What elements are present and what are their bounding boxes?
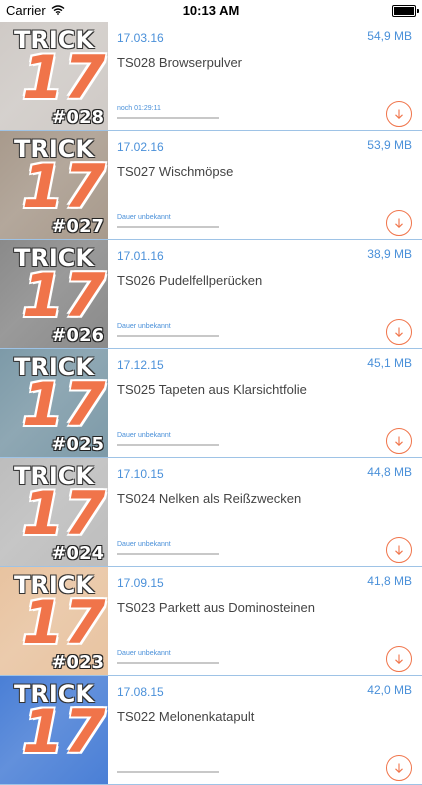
episode-title: TS027 Wischmöpse: [117, 164, 234, 179]
episode-size: 41,8 MB: [367, 574, 412, 588]
episode-title: TS022 Melonenkatapult: [117, 709, 255, 724]
episode-date: 17.03.16: [117, 31, 164, 45]
status-time: 10:13 AM: [182, 3, 240, 18]
logo-number: 17: [22, 261, 106, 331]
episode-number: #024: [51, 543, 104, 564]
download-arrow-icon: [395, 436, 403, 446]
episode-thumbnail: TRICK 17 #026: [0, 240, 108, 348]
logo-number: 17: [22, 588, 106, 658]
download-button[interactable]: [386, 101, 412, 127]
episode-duration: Dauer unbekannt: [117, 323, 171, 330]
episode-list: TRICK 17 #028 17.03.16 54,9 MB TS028 Bro…: [0, 22, 422, 785]
episode-duration: Dauer unbekannt: [117, 541, 171, 548]
episode-thumbnail: TRICK 17 #024: [0, 458, 108, 566]
download-arrow-icon: [395, 327, 403, 337]
episode-number: #025: [51, 434, 104, 455]
episode-size: 53,9 MB: [367, 138, 412, 152]
battery-icon: [392, 5, 419, 17]
episode-title: TS023 Parkett aus Dominosteinen: [117, 600, 315, 615]
episode-title: TS026 Pudelfellperücken: [117, 273, 263, 288]
episode-size: 44,8 MB: [367, 465, 412, 479]
episode-duration: Dauer unbekannt: [117, 650, 171, 657]
logo-number: 17: [22, 697, 106, 767]
episode-progress-bar: [117, 226, 219, 228]
episode-date: 17.10.15: [117, 467, 164, 481]
download-button[interactable]: [386, 210, 412, 236]
episode-size: 45,1 MB: [367, 356, 412, 370]
episode-row[interactable]: TRICK 17 17.08.15 42,0 MB TS022 Melonenk…: [0, 676, 422, 785]
episode-progress-bar: [117, 335, 219, 337]
episode-thumbnail: TRICK 17 #028: [0, 22, 108, 130]
download-arrow-icon: [395, 654, 403, 664]
episode-row[interactable]: TRICK 17 #027 17.02.16 53,9 MB TS027 Wis…: [0, 131, 422, 240]
episode-row[interactable]: TRICK 17 #028 17.03.16 54,9 MB TS028 Bro…: [0, 22, 422, 131]
episode-size: 42,0 MB: [367, 683, 412, 697]
logo-number: 17: [22, 152, 106, 222]
episode-progress-bar: [117, 771, 219, 773]
episode-date: 17.09.15: [117, 576, 164, 590]
episode-title: TS025 Tapeten aus Klarsichtfolie: [117, 382, 307, 397]
episode-duration: Dauer unbekannt: [117, 214, 171, 221]
episode-progress-bar: [117, 662, 219, 664]
episode-row[interactable]: TRICK 17 #023 17.09.15 41,8 MB TS023 Par…: [0, 567, 422, 676]
episode-row[interactable]: TRICK 17 #026 17.01.16 38,9 MB TS026 Pud…: [0, 240, 422, 349]
episode-number: #023: [51, 652, 104, 673]
status-bar: Carrier 10:13 AM: [0, 0, 422, 22]
episode-date: 17.12.15: [117, 358, 164, 372]
download-button[interactable]: [386, 537, 412, 563]
download-arrow-icon: [395, 109, 403, 119]
logo-number: 17: [22, 479, 106, 549]
episode-size: 38,9 MB: [367, 247, 412, 261]
episode-duration: noch 01:29:11: [117, 105, 161, 112]
episode-size: 54,9 MB: [367, 29, 412, 43]
episode-title: TS028 Browserpulver: [117, 55, 242, 70]
episode-date: 17.02.16: [117, 140, 164, 154]
logo-number: 17: [22, 43, 106, 113]
download-button[interactable]: [386, 319, 412, 345]
episode-duration: Dauer unbekannt: [117, 432, 171, 439]
download-arrow-icon: [395, 763, 403, 773]
episode-date: 17.08.15: [117, 685, 164, 699]
episode-date: 17.01.16: [117, 249, 164, 263]
episode-progress-bar: [117, 117, 219, 119]
logo-number: 17: [22, 370, 106, 440]
download-arrow-icon: [395, 545, 403, 555]
download-arrow-icon: [395, 218, 403, 228]
download-button[interactable]: [386, 428, 412, 454]
episode-title: TS024 Nelken als Reißzwecken: [117, 491, 302, 506]
episode-thumbnail: TRICK 17 #025: [0, 349, 108, 457]
download-button[interactable]: [386, 646, 412, 672]
episode-number: #026: [51, 325, 104, 346]
download-button[interactable]: [386, 755, 412, 781]
episode-thumbnail: TRICK 17: [0, 676, 108, 784]
episode-progress-bar: [117, 553, 219, 555]
episode-row[interactable]: TRICK 17 #024 17.10.15 44,8 MB TS024 Nel…: [0, 458, 422, 567]
episode-progress-bar: [117, 444, 219, 446]
episode-row[interactable]: TRICK 17 #025 17.12.15 45,1 MB TS025 Tap…: [0, 349, 422, 458]
episode-thumbnail: TRICK 17 #027: [0, 131, 108, 239]
episode-thumbnail: TRICK 17 #023: [0, 567, 108, 675]
episode-number: #027: [51, 216, 104, 237]
episode-number: #028: [51, 107, 104, 128]
